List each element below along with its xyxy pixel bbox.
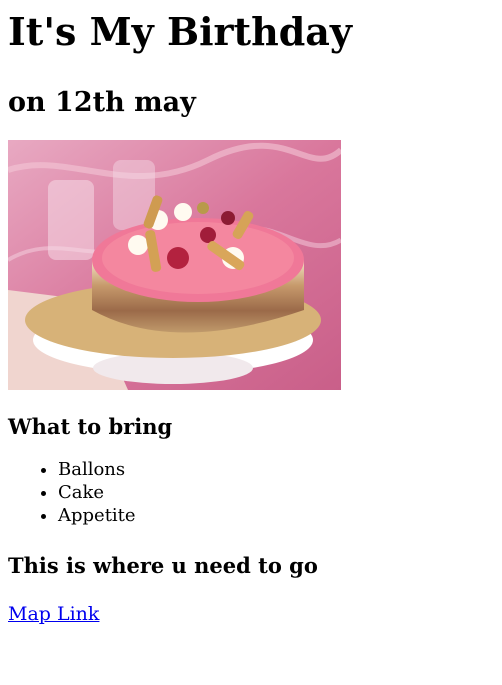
page-body: It's My Birthday on 12th may What to bri… — [0, 10, 502, 625]
page-subtitle: on 12th may — [8, 87, 196, 118]
bring-heading: What to bring — [8, 414, 173, 439]
cake-image — [8, 140, 341, 390]
list-item: Appetite — [58, 504, 494, 527]
map-link[interactable]: Map Link — [8, 603, 99, 625]
map-link-container: Map Link — [8, 603, 494, 625]
list-item: Cake — [58, 481, 494, 504]
list-item: Ballons — [58, 458, 494, 481]
directions-heading: This is where u need to go — [8, 553, 318, 578]
page-title: It's My Birthday — [8, 9, 352, 54]
bring-list: Ballons Cake Appetite — [8, 458, 494, 527]
